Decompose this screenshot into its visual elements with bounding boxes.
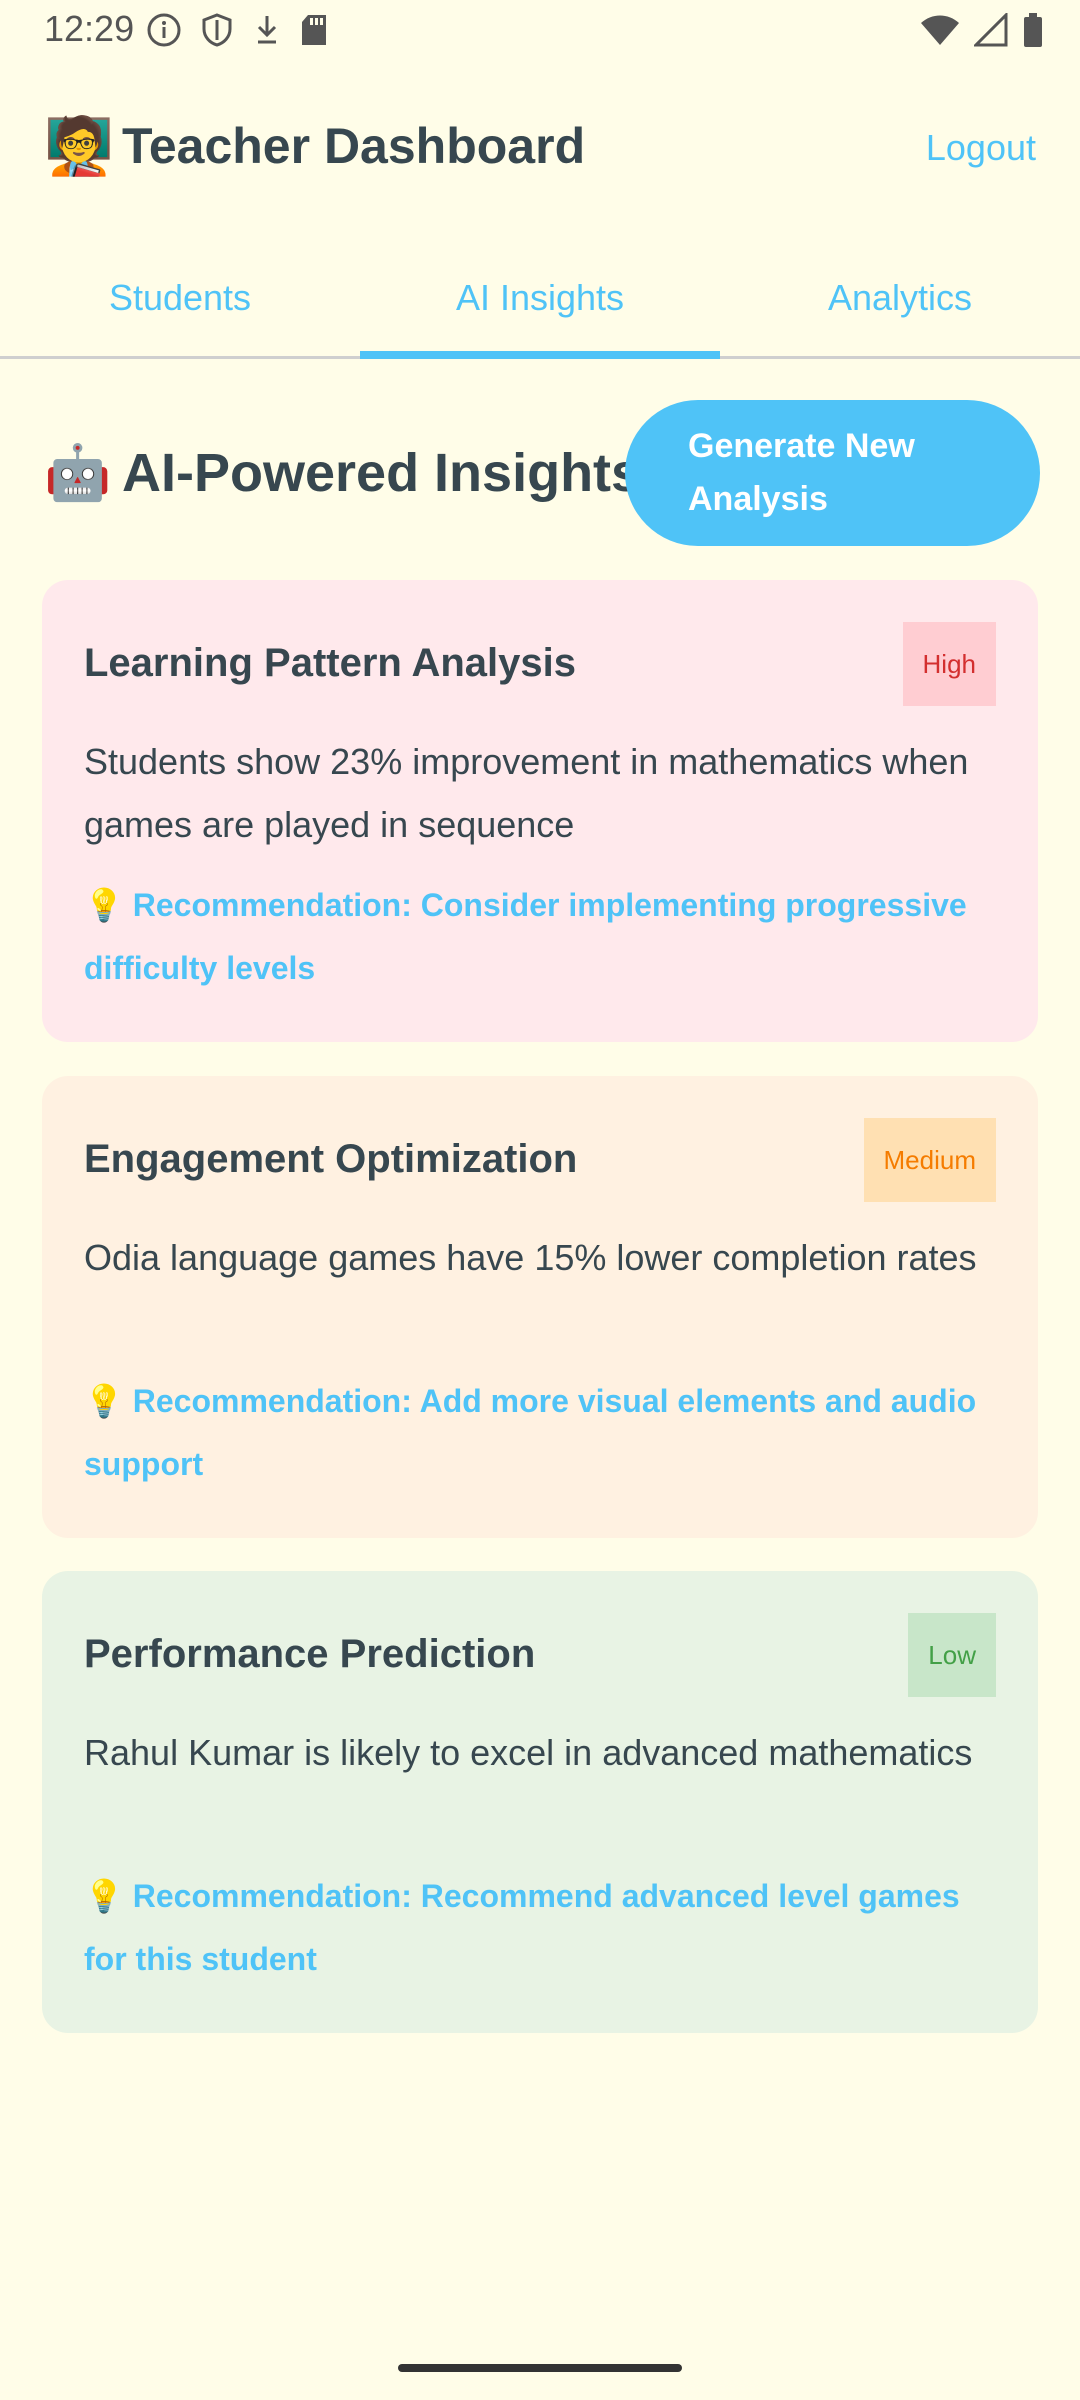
battery-icon: [1022, 12, 1044, 53]
insight-description: Rahul Kumar is likely to excel in advanc…: [84, 1732, 973, 1773]
download-icon: [252, 12, 282, 53]
insight-card: Engagement Optimization Medium Odia lang…: [42, 1076, 1038, 1538]
generate-analysis-button[interactable]: Generate New Analysis: [625, 400, 1040, 546]
status-bar: 12:29: [0, 0, 1080, 64]
insight-recommendation: 💡 Recommendation: Consider implementing …: [84, 887, 967, 986]
signal-icon: [972, 11, 1008, 52]
priority-badge: Low: [908, 1613, 996, 1697]
status-time: 12:29: [44, 8, 135, 49]
teacher-icon: 🧑‍🏫: [44, 114, 114, 177]
wifi-icon: [920, 13, 960, 52]
priority-badge: High: [902, 622, 996, 706]
status-left-icons: [146, 12, 328, 53]
insight-recommendation: 💡 Recommendation: Recommend advanced lev…: [84, 1878, 960, 1977]
section-header: 🤖 AI-Powered Insights Generate New Analy…: [44, 400, 1040, 546]
page-title: Teacher Dashboard: [122, 118, 586, 174]
priority-badge: Medium: [863, 1118, 996, 1202]
tab-ai-insights[interactable]: AI Insights: [360, 240, 720, 359]
insight-recommendation: 💡 Recommendation: Add more visual elemen…: [84, 1383, 977, 1482]
tab-students[interactable]: Students: [0, 240, 360, 356]
insight-description: Students show 23% improvement in mathema…: [84, 741, 969, 845]
insight-card: Performance Prediction Low Rahul Kumar i…: [42, 1571, 1038, 2033]
insight-title: Engagement Optimization: [84, 1137, 578, 1181]
app-header: 🧑‍🏫 Teacher Dashboard Logout: [0, 100, 1080, 196]
logout-button[interactable]: Logout: [926, 124, 1036, 172]
home-indicator[interactable]: [398, 2364, 682, 2372]
section-title: AI-Powered Insights: [122, 443, 642, 503]
insight-title: Learning Pattern Analysis: [84, 641, 576, 685]
info-icon: [146, 12, 182, 53]
insight-title: Performance Prediction: [84, 1632, 536, 1676]
status-right-icons: [920, 11, 1044, 53]
insight-description: Odia language games have 15% lower compl…: [84, 1237, 977, 1278]
tab-bar: Students AI Insights Analytics: [0, 240, 1080, 359]
insight-card: Learning Pattern Analysis High Students …: [42, 580, 1038, 1042]
sd-card-icon: [300, 13, 328, 52]
shield-icon: [200, 12, 234, 53]
robot-icon: 🤖: [44, 443, 112, 503]
tab-analytics[interactable]: Analytics: [720, 240, 1080, 356]
